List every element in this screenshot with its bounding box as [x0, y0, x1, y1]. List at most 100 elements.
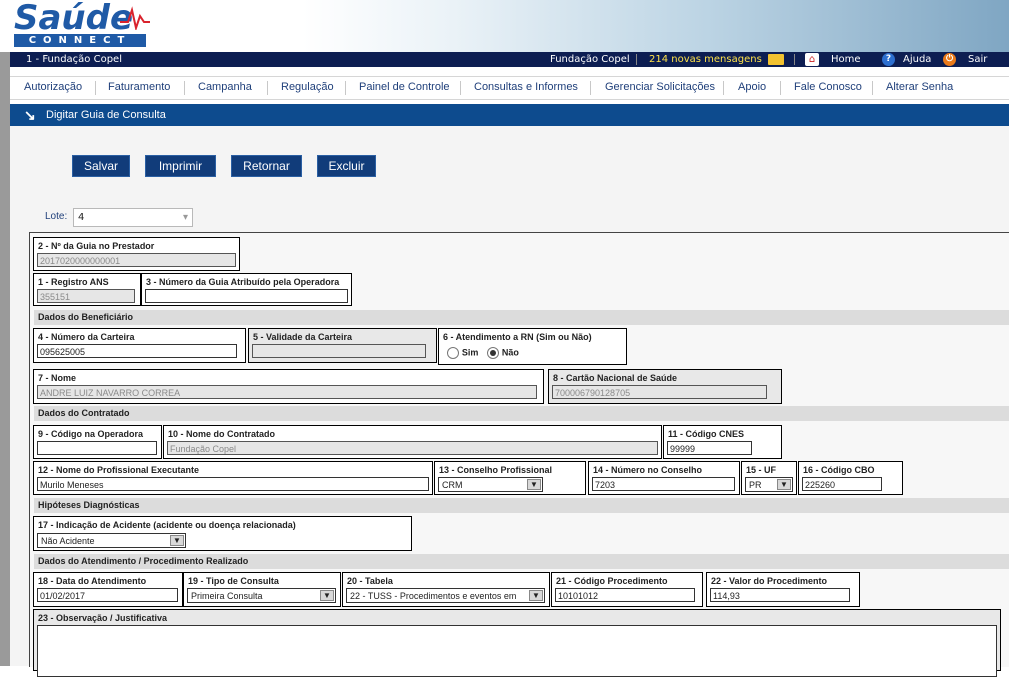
field-9: 9 - Código na Operadora — [33, 425, 162, 459]
codigo-operadora-input[interactable] — [37, 441, 157, 455]
help-icon[interactable]: ? — [882, 53, 895, 66]
field-7-label: 7 - Nome — [38, 373, 77, 383]
nome-input[interactable]: ANDRE LUIZ NAVARRO CORREA — [37, 385, 537, 399]
org-code: 1 - Fundação Copel — [26, 54, 122, 65]
chevron-down-icon: ▼ — [320, 590, 334, 601]
field-14: 14 - Número no Conselho 7203 — [588, 461, 740, 495]
home-link[interactable]: Home — [831, 52, 861, 67]
field-15: 15 - UF PR ▼ — [741, 461, 797, 495]
field-13-label: 13 - Conselho Profissional — [439, 465, 553, 475]
tabela-select[interactable]: 22 - TUSS - Procedimentos e eventos em ▼ — [346, 588, 545, 603]
nome-contratado-input[interactable]: Fundação Copel — [167, 441, 658, 455]
field-19: 19 - Tipo de Consulta Primeira Consulta … — [183, 572, 341, 607]
section-contratado: Dados do Contratado — [34, 406, 1009, 421]
guia-operadora-input[interactable] — [145, 289, 348, 303]
uf-select[interactable]: PR ▼ — [745, 477, 793, 492]
field-23-label: 23 - Observação / Justificativa — [38, 613, 168, 623]
field-2-label: 2 - Nº da Guia no Prestador — [38, 241, 155, 251]
main-menu: Autorização Faturamento Campanha Regulaç… — [10, 76, 1009, 100]
top-status-bar: 1 - Fundação Copel Fundação Copel 214 no… — [10, 52, 1009, 67]
tabela-value: 22 - TUSS - Procedimentos e eventos em — [350, 591, 517, 601]
registro-ans-input[interactable]: 355151 — [37, 289, 135, 303]
cartao-nacional-input[interactable]: 700006790128705 — [552, 385, 767, 399]
field-21: 21 - Código Procedimento 10101012 — [551, 572, 703, 607]
menu-campanha[interactable]: Campanha — [198, 81, 252, 93]
conselho-select[interactable]: CRM ▼ — [438, 477, 543, 492]
guia-prestador-input[interactable]: 2017020000000001 — [37, 253, 236, 267]
cbo-input[interactable]: 225260 — [802, 477, 882, 491]
field-1: 1 - Registro ANS 355151 — [33, 273, 141, 306]
menu-alterar-senha[interactable]: Alterar Senha — [886, 81, 953, 93]
profissional-input[interactable]: Murilo Meneses — [37, 477, 429, 491]
exit-icon[interactable]: ⏻ — [943, 53, 956, 66]
field-10-label: 10 - Nome do Contratado — [168, 429, 276, 439]
menu-apoio[interactable]: Apoio — [738, 81, 766, 93]
validade-input[interactable] — [252, 344, 426, 358]
cnes-input[interactable]: 99999 — [667, 441, 752, 455]
menu-fale-conosco[interactable]: Fale Conosco — [794, 81, 862, 93]
valor-procedimento-input[interactable]: 114,93 — [710, 588, 850, 602]
codigo-procedimento-input[interactable]: 10101012 — [555, 588, 695, 602]
field-22: 22 - Valor do Procedimento 114,93 — [706, 572, 860, 607]
exit-link[interactable]: Sair — [968, 52, 987, 67]
logo-saude: Saúde — [14, 0, 134, 38]
field-11: 11 - Código CNES 99999 — [663, 425, 782, 459]
envelope-icon[interactable] — [768, 54, 784, 65]
rn-no-radio[interactable]: Não — [487, 347, 519, 359]
field-16: 16 - Código CBO 225260 — [798, 461, 903, 495]
field-15-label: 15 - UF — [746, 465, 777, 475]
field-14-label: 14 - Número no Conselho — [593, 465, 703, 475]
field-8-label: 8 - Cartão Nacional de Saúde — [553, 373, 678, 383]
numero-conselho-input[interactable]: 7203 — [592, 477, 735, 491]
menu-consultas[interactable]: Consultas e Informes — [474, 81, 578, 93]
carteira-input[interactable]: 095625005 — [37, 344, 237, 358]
lote-select[interactable]: 4 ▾ — [73, 208, 193, 227]
save-button[interactable]: Salvar — [72, 155, 130, 177]
tipo-consulta-select[interactable]: Primeira Consulta ▼ — [187, 588, 336, 603]
field-19-label: 19 - Tipo de Consulta — [188, 576, 279, 586]
back-button[interactable]: Retornar — [231, 155, 302, 177]
field-2: 2 - Nº da Guia no Prestador 201702000000… — [33, 237, 240, 271]
org-name: Fundação Copel — [550, 54, 630, 65]
field-5: 5 - Validade da Carteira — [248, 328, 437, 363]
arrow-down-right-icon: ↘ — [24, 107, 36, 123]
home-icon[interactable]: ⌂ — [805, 53, 819, 66]
menu-gerenciar[interactable]: Gerenciar Solicitações — [605, 81, 715, 93]
field-20: 20 - Tabela 22 - TUSS - Procedimentos e … — [342, 572, 550, 607]
field-5-label: 5 - Validade da Carteira — [253, 332, 353, 342]
acidente-select[interactable]: Não Acidente ▼ — [37, 533, 186, 548]
menu-autorizacao[interactable]: Autorização — [24, 81, 82, 93]
delete-button[interactable]: Excluir — [317, 155, 376, 177]
field-17: 17 - Indicação de Acidente (acidente ou … — [33, 516, 412, 551]
help-link[interactable]: Ajuda — [903, 52, 931, 67]
page-title-bar: ↘ Digitar Guia de Consulta — [10, 104, 1009, 126]
menu-regulacao[interactable]: Regulação — [281, 81, 334, 93]
field-18: 18 - Data do Atendimento 01/02/2017 — [33, 572, 183, 607]
chevron-down-icon: ▼ — [527, 479, 541, 490]
field-12: 12 - Nome do Profissional Executante Mur… — [33, 461, 433, 495]
field-20-label: 20 - Tabela — [347, 576, 393, 586]
logo-connect: CONNECT — [14, 34, 146, 47]
field-4-label: 4 - Número da Carteira — [38, 332, 135, 342]
field-12-label: 12 - Nome do Profissional Executante — [38, 465, 200, 475]
field-6: 6 - Atendimento a RN (Sim ou Não) Sim Nã… — [438, 328, 627, 365]
chevron-down-icon: ▼ — [529, 590, 543, 601]
observacao-textarea[interactable] — [37, 625, 997, 677]
tipo-consulta-value: Primeira Consulta — [191, 591, 263, 601]
rn-yes-radio[interactable]: Sim — [447, 347, 478, 359]
field-11-label: 11 - Código CNES — [668, 429, 745, 439]
uf-value: PR — [749, 480, 762, 490]
field-16-label: 16 - Código CBO — [803, 465, 875, 475]
rn-no-label: Não — [501, 347, 519, 358]
print-button[interactable]: Imprimir — [145, 155, 216, 177]
field-4: 4 - Número da Carteira 095625005 — [33, 328, 246, 363]
section-hipoteses: Hipóteses Diagnósticas — [34, 498, 1009, 513]
messages-link[interactable]: 214 novas mensagens — [649, 52, 762, 67]
menu-faturamento[interactable]: Faturamento — [108, 81, 170, 93]
acidente-value: Não Acidente — [41, 536, 95, 546]
data-atendimento-input[interactable]: 01/02/2017 — [37, 588, 178, 602]
field-1-label: 1 - Registro ANS — [38, 277, 109, 287]
field-6-label: 6 - Atendimento a RN (Sim ou Não) — [443, 332, 592, 342]
menu-painel[interactable]: Painel de Controle — [359, 81, 450, 93]
field-3-label: 3 - Número da Guia Atribuído pela Operad… — [146, 277, 340, 287]
